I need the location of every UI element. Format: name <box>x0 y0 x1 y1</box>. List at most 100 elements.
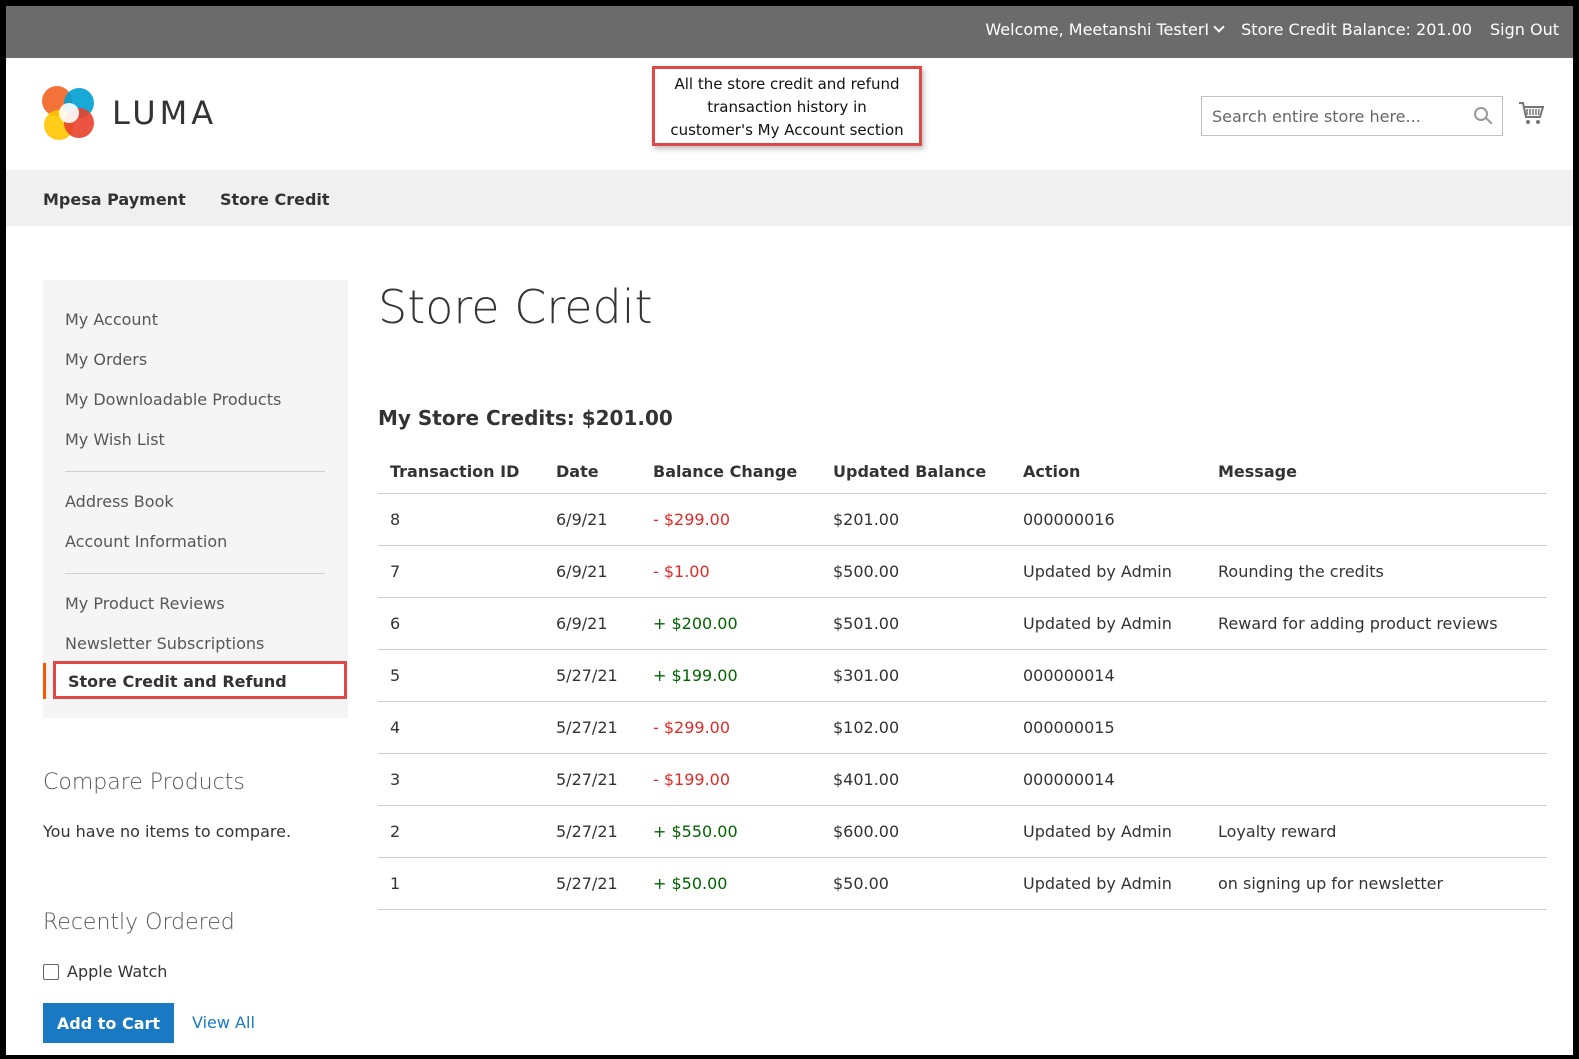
cell-change: + $200.00 <box>653 614 738 633</box>
table-row: 2 5/27/21 + $550.00 $600.00 Updated by Admin… <box>378 806 1547 858</box>
top-bar: Welcome, Meetanshi TesterI Store Credit … <box>6 6 1573 58</box>
cell-action: Updated by Admin <box>1023 614 1172 633</box>
sidebar-item-wish-list[interactable]: My Wish List <box>65 430 165 449</box>
column-header: Action <box>1023 462 1081 481</box>
logo[interactable]: LUMA <box>42 86 217 140</box>
logo-text: LUMA <box>112 94 218 132</box>
sidebar-item-my-account[interactable]: My Account <box>65 310 158 329</box>
table-row: 7 6/9/21 - $1.00 $500.00 Updated by Admin Rou… <box>378 546 1547 598</box>
cell-change: + $199.00 <box>653 666 738 685</box>
cell-id: 1 <box>390 874 401 893</box>
cell-date: 5/27/21 <box>556 822 618 841</box>
table-row: 6 6/9/21 + $200.00 $501.00 Updated by Admin R… <box>378 598 1547 650</box>
cell-date: 6/9/21 <box>556 510 608 529</box>
sidebar-item-label: Store Credit and Refund <box>68 672 287 691</box>
sidebar-item-product-reviews[interactable]: My Product Reviews <box>65 594 225 613</box>
cell-message: Rounding the credits <box>1218 562 1384 581</box>
column-header: Balance Change <box>653 462 798 481</box>
cell-action: Updated by Admin <box>1023 562 1172 581</box>
compare-products-title: Compare Products <box>43 770 245 795</box>
table-row: 5 5/27/21 + $199.00 $301.00 000000014 <box>378 650 1547 702</box>
add-to-cart-button[interactable]: Add to Cart <box>43 1003 174 1043</box>
welcome-menu[interactable]: Welcome, Meetanshi TesterI <box>985 20 1225 39</box>
cell-balance: $301.00 <box>833 666 900 685</box>
cell-action: 000000016 <box>1023 510 1115 529</box>
cell-id: 2 <box>390 822 401 841</box>
store-credit-balance: Store Credit Balance: 201.00 <box>1241 20 1472 39</box>
recent-item-checkbox[interactable] <box>43 963 59 980</box>
cell-balance: $50.00 <box>833 874 889 893</box>
luma-logo-icon <box>42 86 96 140</box>
cell-date: 5/27/21 <box>556 770 618 789</box>
page-title: Store Credit <box>378 280 653 334</box>
nav-item-store-credit[interactable]: Store Credit <box>220 190 330 209</box>
store-credits-heading: My Store Credits: $201.00 <box>378 406 673 430</box>
cell-date: 6/9/21 <box>556 614 608 633</box>
sidebar-item-account-information[interactable]: Account Information <box>65 532 227 551</box>
column-header: Message <box>1218 462 1297 481</box>
transactions-table: Transaction ID Date Balance Change Updat… <box>378 448 1547 910</box>
header: LUMA All the store credit and refund tra… <box>6 58 1573 170</box>
active-indicator <box>43 663 46 699</box>
recent-item: Apple Watch <box>43 962 167 981</box>
welcome-text: Welcome, Meetanshi TesterI <box>985 20 1210 39</box>
cell-date: 5/27/21 <box>556 874 618 893</box>
cell-action: Updated by Admin <box>1023 874 1172 893</box>
cell-action: 000000015 <box>1023 718 1115 737</box>
cell-id: 3 <box>390 770 401 789</box>
sign-out-link[interactable]: Sign Out <box>1490 20 1559 39</box>
cell-id: 4 <box>390 718 401 737</box>
cell-date: 5/27/21 <box>556 666 618 685</box>
cell-change: - $299.00 <box>653 718 731 737</box>
account-sidebar: My Account My Orders My Downloadable Pro… <box>43 280 348 718</box>
main-nav: Mpesa Payment Store Credit <box>6 170 1573 226</box>
top-links: Welcome, Meetanshi TesterI Store Credit … <box>985 20 1559 39</box>
cell-change: + $50.00 <box>653 874 728 893</box>
sidebar-item-newsletter[interactable]: Newsletter Subscriptions <box>65 634 264 653</box>
column-header: Date <box>556 462 599 481</box>
column-header: Transaction ID <box>390 462 520 481</box>
callout-line-1: All the store credit and refund <box>674 75 900 93</box>
sidebar-item-downloadable-products[interactable]: My Downloadable Products <box>65 390 281 409</box>
compare-empty-message: You have no items to compare. <box>43 822 292 841</box>
cell-balance: $102.00 <box>833 718 900 737</box>
cell-change: - $299.00 <box>653 510 731 529</box>
cell-change: - $199.00 <box>653 770 731 789</box>
cell-change: - $1.00 <box>653 562 710 581</box>
table-body: 8 6/9/21 - $299.00 $201.00 000000016 7 6/9/21 -… <box>378 494 1547 910</box>
table-row: 8 6/9/21 - $299.00 $201.00 000000016 <box>378 494 1547 546</box>
cell-id: 7 <box>390 562 401 581</box>
chevron-down-icon <box>1213 21 1225 33</box>
cell-action: 000000014 <box>1023 666 1115 685</box>
view-all-link[interactable]: View All <box>192 1013 255 1032</box>
cell-message: on signing up for newsletter <box>1218 874 1444 893</box>
column-header: Updated Balance <box>833 462 987 481</box>
search-icon[interactable] <box>1474 107 1488 121</box>
recent-item-name: Apple Watch <box>67 962 168 981</box>
cell-action: Updated by Admin <box>1023 822 1172 841</box>
table-row: 1 5/27/21 + $50.00 $50.00 Updated by Admin on… <box>378 858 1547 910</box>
search-placeholder: Search entire store here... <box>1212 107 1421 126</box>
sidebar-item-address-book[interactable]: Address Book <box>65 492 174 511</box>
callout-line-3: customer's My Account section <box>670 121 904 139</box>
cell-balance: $600.00 <box>833 822 900 841</box>
recently-ordered-title: Recently Ordered <box>43 910 235 935</box>
callout-line-2: transaction history in <box>707 98 867 116</box>
cell-balance: $500.00 <box>833 562 900 581</box>
cell-balance: $501.00 <box>833 614 900 633</box>
cell-balance: $201.00 <box>833 510 900 529</box>
cell-balance: $401.00 <box>833 770 900 789</box>
annotation-callout: All the store credit and refund transact… <box>652 66 922 146</box>
sidebar-item-store-credit-refund[interactable]: Store Credit and Refund <box>53 661 347 699</box>
sidebar-item-my-orders[interactable]: My Orders <box>65 350 147 369</box>
nav-item-mpesa-payment[interactable]: Mpesa Payment <box>43 190 186 209</box>
search-input[interactable]: Search entire store here... <box>1201 96 1503 136</box>
sidebar-divider <box>65 573 325 574</box>
sidebar-divider <box>65 471 325 472</box>
cell-id: 8 <box>390 510 401 529</box>
cell-id: 6 <box>390 614 401 633</box>
table-row: 3 5/27/21 - $199.00 $401.00 000000014 <box>378 754 1547 806</box>
cart-icon[interactable] <box>1518 100 1544 126</box>
table-header: Transaction ID Date Balance Change Updat… <box>378 448 1547 494</box>
cell-date: 6/9/21 <box>556 562 608 581</box>
